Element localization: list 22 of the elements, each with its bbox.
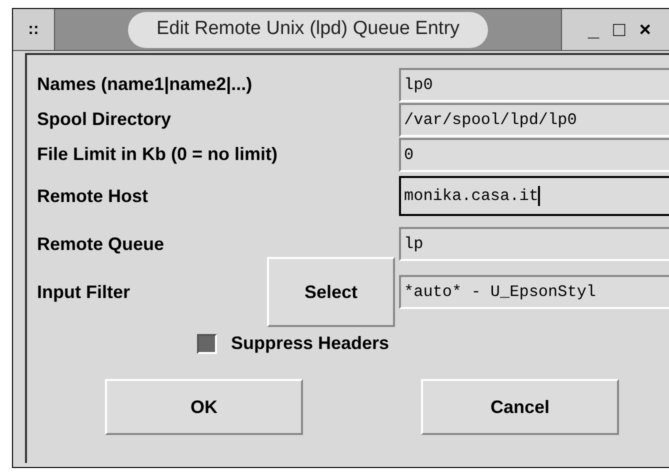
- field-label: Spool Directory: [36, 108, 172, 131]
- field-label: Input Filter: [36, 280, 130, 304]
- ok-button[interactable]: OK: [105, 379, 303, 435]
- select-button[interactable]: Select: [267, 257, 395, 327]
- input-field[interactable]: lp0: [399, 68, 669, 102]
- maximize-button[interactable]: □: [613, 20, 626, 40]
- input-field[interactable]: lp: [399, 227, 669, 261]
- field-label: Remote Queue: [36, 232, 164, 256]
- input-field[interactable]: /var/spool/lpd/lp0: [399, 102, 669, 136]
- input-field[interactable]: 0: [399, 138, 669, 172]
- checkbox-label[interactable]: Suppress Headers: [230, 330, 390, 357]
- cancel-button[interactable]: Cancel: [421, 379, 619, 435]
- input-field[interactable]: *auto* - U_EpsonStyl: [399, 275, 669, 309]
- field-label: Remote Host: [36, 184, 148, 208]
- window-menu-button[interactable]: ::: [13, 9, 55, 50]
- checkbox[interactable]: [196, 334, 217, 354]
- minimize-button[interactable]: _: [588, 20, 600, 40]
- field-label: Names (name1|name2|...): [36, 73, 252, 96]
- close-button[interactable]: ×: [639, 20, 651, 40]
- window-title: Edit Remote Unix (lpd) Queue Entry: [128, 12, 488, 48]
- field-label: File Limit in Kb (0 = no limit): [36, 143, 278, 166]
- input-field[interactable]: monika.casa.it: [399, 176, 669, 216]
